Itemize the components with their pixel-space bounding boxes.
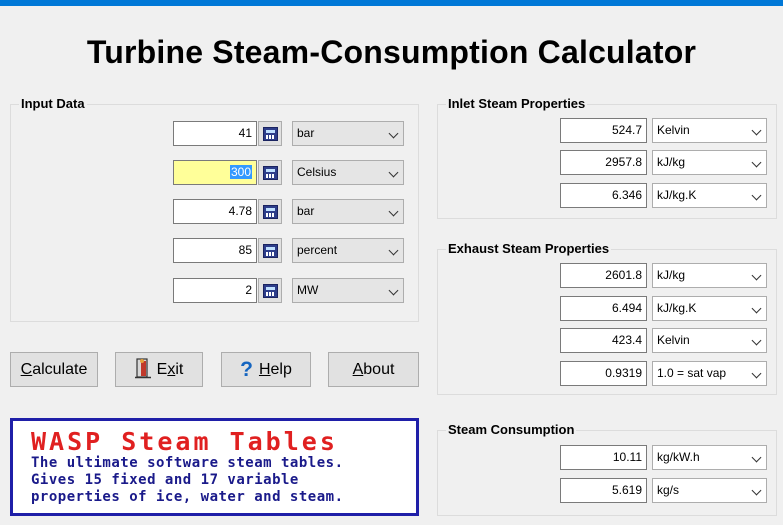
- calculator-button[interactable]: [258, 160, 282, 185]
- chevron-down-icon: [388, 206, 399, 217]
- inlet-temperature-selected-text: 300: [229, 165, 252, 179]
- exhaust-entropy-unit-select[interactable]: kJ/kg.K: [652, 296, 767, 321]
- chevron-down-icon: [751, 335, 762, 346]
- exit-door-icon: [134, 358, 151, 379]
- calculator-icon: [262, 165, 278, 180]
- exhaust-steam-properties-label: Exhaust Steam Properties: [446, 241, 612, 256]
- calculator-button[interactable]: [258, 278, 282, 303]
- banner-line: properties of ice, water and steam.: [31, 489, 344, 505]
- question-mark-icon: ?: [240, 358, 253, 381]
- inlet-temperature-output-unit-select[interactable]: Kelvin: [652, 118, 767, 143]
- exhaust-pressure-unit: bar: [297, 204, 315, 218]
- exhaust-pressure-input[interactable]: 4.78: [173, 199, 257, 224]
- about-button[interactable]: About: [328, 352, 419, 387]
- banner-title: WASP Steam Tables: [31, 427, 338, 456]
- exhaust-entropy-output[interactable]: 6.494: [560, 296, 647, 321]
- steam-consumption-group: Steam Consumption: [437, 423, 777, 516]
- inlet-entropy-unit-select[interactable]: kJ/kg.K: [652, 183, 767, 208]
- unit-label: kg/kW.h: [657, 450, 700, 464]
- window-top-accent: [0, 0, 783, 6]
- inlet-temperature-output[interactable]: 524.7: [560, 118, 647, 143]
- specific-steam-consumption-output[interactable]: 10.11: [560, 445, 647, 470]
- chevron-down-icon: [388, 285, 399, 296]
- chevron-down-icon: [751, 125, 762, 136]
- inlet-temperature-input[interactable]: 300: [173, 160, 257, 185]
- inlet-enthalpy-unit-select[interactable]: kJ/kg: [652, 150, 767, 175]
- exhaust-pressure-unit-select[interactable]: bar: [292, 199, 404, 224]
- efficiency-unit-select[interactable]: percent: [292, 238, 404, 263]
- chevron-down-icon: [388, 167, 399, 178]
- chevron-down-icon: [388, 245, 399, 256]
- unit-label: Kelvin: [657, 333, 690, 347]
- exhaust-temperature-unit-select[interactable]: Kelvin: [652, 328, 767, 353]
- inlet-steam-properties-label: Inlet Steam Properties: [446, 96, 588, 111]
- chevron-down-icon: [751, 368, 762, 379]
- inlet-temperature-unit: Celsius: [297, 165, 337, 179]
- exhaust-quality-output[interactable]: 0.9319: [560, 361, 647, 386]
- unit-label: 1.0 = sat vap: [657, 366, 727, 380]
- chevron-down-icon: [751, 303, 762, 314]
- wasp-steam-tables-banner[interactable]: WASP Steam Tables The ultimate software …: [10, 418, 419, 516]
- page-title: Turbine Steam-Consumption Calculator: [86, 34, 697, 70]
- calculator-button[interactable]: [258, 121, 282, 146]
- steam-consumption-label: Steam Consumption: [446, 422, 577, 437]
- inlet-enthalpy-output[interactable]: 2957.8: [560, 150, 647, 175]
- chevron-down-icon: [751, 190, 762, 201]
- unit-label: kg/s: [657, 483, 680, 497]
- efficiency-unit: percent: [297, 243, 338, 257]
- banner-line: The ultimate software steam tables.: [31, 455, 344, 471]
- power-input[interactable]: 2: [173, 278, 257, 303]
- calculator-icon: [262, 204, 278, 219]
- exhaust-enthalpy-unit-select[interactable]: kJ/kg: [652, 263, 767, 288]
- unit-label: kJ/kg.K: [657, 188, 697, 202]
- calculator-button[interactable]: [258, 238, 282, 263]
- power-unit-select[interactable]: MW: [292, 278, 404, 303]
- power-unit: MW: [297, 283, 319, 297]
- calculator-button[interactable]: [258, 199, 282, 224]
- banner-line: Gives 15 fixed and 17 variable: [31, 472, 299, 488]
- unit-label: kJ/kg.K: [657, 301, 697, 315]
- chevron-down-icon: [388, 128, 399, 139]
- exhaust-quality-unit-select[interactable]: 1.0 = sat vap: [652, 361, 767, 386]
- inlet-pressure-input[interactable]: 41: [173, 121, 257, 146]
- inlet-pressure-unit: bar: [297, 126, 315, 140]
- chevron-down-icon: [751, 270, 762, 281]
- calculator-icon: [262, 283, 278, 298]
- inlet-entropy-output[interactable]: 6.346: [560, 183, 647, 208]
- calculator-icon: [262, 243, 278, 258]
- unit-label: kJ/kg: [657, 268, 686, 282]
- chevron-down-icon: [751, 157, 762, 168]
- steam-mass-flow-unit-select[interactable]: kg/s: [652, 478, 767, 503]
- exhaust-enthalpy-output[interactable]: 2601.8: [560, 263, 647, 288]
- exit-button[interactable]: Exit: [115, 352, 203, 387]
- specific-steam-consumption-unit-select[interactable]: kg/kW.h: [652, 445, 767, 470]
- inlet-temperature-unit-select[interactable]: Celsius: [292, 160, 404, 185]
- calculate-button[interactable]: Calculate: [10, 352, 98, 387]
- steam-mass-flow-output[interactable]: 5.619: [560, 478, 647, 503]
- efficiency-input[interactable]: 85: [173, 238, 257, 263]
- chevron-down-icon: [751, 485, 762, 496]
- help-button[interactable]: ? Help: [221, 352, 311, 387]
- exhaust-temperature-output[interactable]: 423.4: [560, 328, 647, 353]
- input-data-label: Input Data: [19, 96, 87, 111]
- unit-label: kJ/kg: [657, 155, 686, 169]
- chevron-down-icon: [751, 452, 762, 463]
- calculator-icon: [262, 126, 278, 141]
- unit-label: Kelvin: [657, 123, 690, 137]
- inlet-pressure-unit-select[interactable]: bar: [292, 121, 404, 146]
